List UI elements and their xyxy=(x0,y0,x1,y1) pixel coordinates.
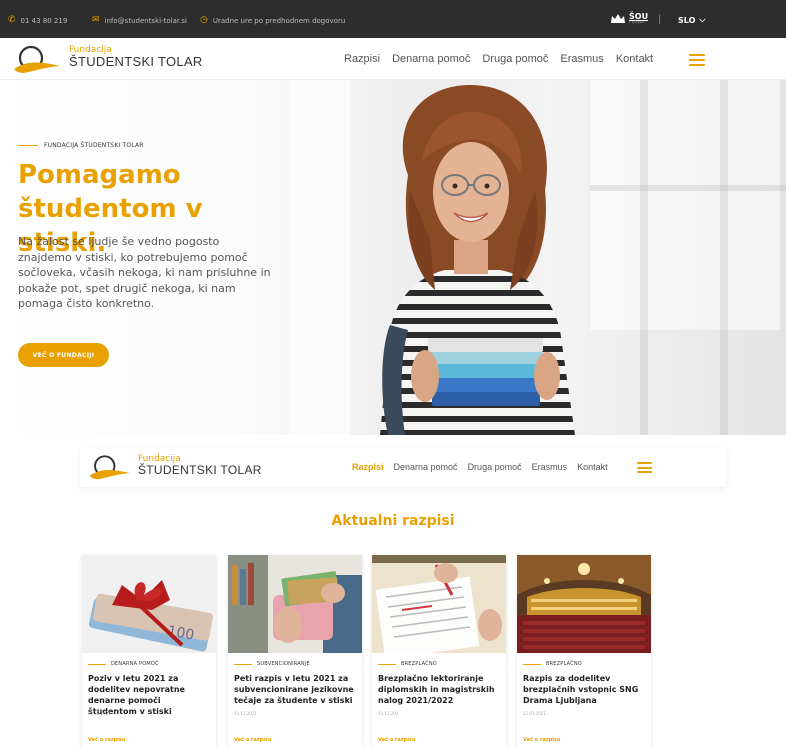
phone-number: 01 43 80 219 xyxy=(20,16,68,25)
card-category-text: DENARNA POMOČ xyxy=(111,661,159,667)
window-frame xyxy=(720,80,728,435)
hero-eyebrow: FUNDACIJA ŠTUDENTSKI TOLAR xyxy=(18,142,144,149)
card-image-theatre xyxy=(517,555,651,653)
window-frame xyxy=(640,80,648,435)
office-hours: ◷ Uradne ure po predhodnem dogovoru xyxy=(200,16,345,25)
topbar-divider: | xyxy=(658,14,662,25)
hero-heading-line1: Pomagamo xyxy=(18,160,181,190)
card-date: 15.12.2021 xyxy=(88,711,111,716)
nav2-item-razpisi[interactable]: Razpisi xyxy=(352,462,384,472)
card-image-proofreading xyxy=(372,555,506,653)
card-date: 15.11.202 xyxy=(378,711,399,716)
card-image-wallet xyxy=(228,555,362,653)
card-more-link[interactable]: Več o razpisu xyxy=(88,737,125,743)
card-date: 15.11.2021 xyxy=(234,711,257,716)
sticky-navigation: Fundacija ŠTUDENTSKI TOLAR Razpisi Denar… xyxy=(80,447,726,487)
language-selector[interactable]: SLO ⌵ xyxy=(678,15,705,25)
razpis-card[interactable]: BREZPLAČNO Brezplačno lektoriranje diplo… xyxy=(372,555,506,749)
card-more-link[interactable]: Več o razpisu xyxy=(234,737,271,743)
hero-banner: FUNDACIJA ŠTUDENTSKI TOLAR Pomagamo štud… xyxy=(0,80,786,435)
card-category-text: BREZPLAČNO xyxy=(401,661,437,667)
razpis-card[interactable]: BREZPLAČNO Razpis za dodelitev brezplačn… xyxy=(517,555,651,749)
nav2-item-erasmus[interactable]: Erasmus xyxy=(532,462,568,472)
card-category: SUBVENCIONIRANJE xyxy=(234,661,310,667)
razpis-card[interactable]: 100 DENARNA POMOČ Poziv v letu 2021 za d… xyxy=(82,555,216,749)
email-contact[interactable]: ✉ info@studentski-tolar.si xyxy=(92,16,187,25)
logo-mark-icon xyxy=(89,455,131,480)
card-category: DENARNA POMOČ xyxy=(88,661,159,667)
hero-student-photo xyxy=(380,85,575,435)
card-category-text: BREZPLAČNO xyxy=(546,661,582,667)
language-label: SLO xyxy=(678,15,696,25)
office-hours-text: Uradne ure po predhodnem dogovoru xyxy=(212,16,346,25)
hero-eyebrow-text: FUNDACIJA ŠTUDENTSKI TOLAR xyxy=(44,142,144,149)
main-navigation: Fundacija ŠTUDENTSKI TOLAR Razpisi Denar… xyxy=(0,38,786,80)
card-more-link[interactable]: Več o razpisu xyxy=(378,737,415,743)
section-title: Aktualni razpisi xyxy=(331,513,455,529)
card-category-text: SUBVENCIONIRANJE xyxy=(257,661,310,667)
sticky-menu: Razpisi Denarna pomoč Druga pomoč Erasmu… xyxy=(352,462,608,472)
window-frame xyxy=(590,185,786,191)
mail-icon: ✉ xyxy=(92,15,100,25)
card-title[interactable]: Peti razpis v letu 2021 za subvencionira… xyxy=(234,673,358,706)
razpis-card[interactable]: SUBVENCIONIRANJE Peti razpis v letu 2021… xyxy=(228,555,362,749)
card-category: BREZPLAČNO xyxy=(378,661,437,667)
card-date: 22.03.2021 xyxy=(523,711,546,716)
email-address: info@studentski-tolar.si xyxy=(104,16,187,25)
card-title[interactable]: Razpis za dodelitev brezplačnih vstopnic… xyxy=(523,673,647,706)
nav2-item-druga-pomoc[interactable]: Druga pomoč xyxy=(468,462,522,472)
card-more-link[interactable]: Več o razpisu xyxy=(523,737,560,743)
site-logo-sticky[interactable]: Fundacija ŠTUDENTSKI TOLAR xyxy=(88,451,262,481)
site-logo[interactable]: Fundacija ŠTUDENTSKI TOLAR xyxy=(12,42,203,74)
nav2-item-denarna-pomoc[interactable]: Denarna pomoč xyxy=(394,462,458,472)
main-menu: Razpisi Denarna pomoč Druga pomoč Erasmu… xyxy=(344,53,653,65)
crown-icon xyxy=(611,14,625,23)
sou-sublabel: v Ljubljani xyxy=(629,20,645,24)
top-utility-bar: ✆ 01 43 80 219 ✉ info@studentski-tolar.s… xyxy=(0,0,786,38)
nav-item-razpisi[interactable]: Razpisi xyxy=(344,53,380,65)
nav-item-erasmus[interactable]: Erasmus xyxy=(560,53,603,65)
nav-item-denarna-pomoc[interactable]: Denarna pomoč xyxy=(392,53,470,65)
phone-icon: ✆ xyxy=(8,15,16,25)
card-category: BREZPLAČNO xyxy=(523,661,582,667)
card-image-money-gift: 100 xyxy=(82,555,216,653)
about-foundation-button[interactable]: VEČ O FUNDACIJI xyxy=(18,343,109,367)
nav2-item-kontakt[interactable]: Kontakt xyxy=(577,462,608,472)
logo-big-text: ŠTUDENTSKI TOLAR xyxy=(138,462,262,477)
window-pane xyxy=(590,80,780,330)
phone-contact[interactable]: ✆ 01 43 80 219 xyxy=(8,16,67,25)
logo-mark-icon xyxy=(14,45,60,73)
hamburger-menu-icon[interactable] xyxy=(637,462,652,473)
hero-lead-text: Na žalost se ljudje še vedno pogosto zna… xyxy=(18,235,271,310)
window-pane xyxy=(290,80,350,435)
nav-item-druga-pomoc[interactable]: Druga pomoč xyxy=(482,53,548,65)
logo-big-text: ŠTUDENTSKI TOLAR xyxy=(69,54,203,70)
nav-item-kontakt[interactable]: Kontakt xyxy=(616,53,653,65)
hamburger-menu-icon[interactable] xyxy=(689,54,705,66)
card-title[interactable]: Brezplačno lektoriranje diplomskih in ma… xyxy=(378,673,502,706)
chevron-down-icon: ⌵ xyxy=(699,15,706,24)
sou-partner-link[interactable]: ŠOU v Ljubljani xyxy=(610,13,648,24)
clock-icon: ◷ xyxy=(200,15,208,25)
